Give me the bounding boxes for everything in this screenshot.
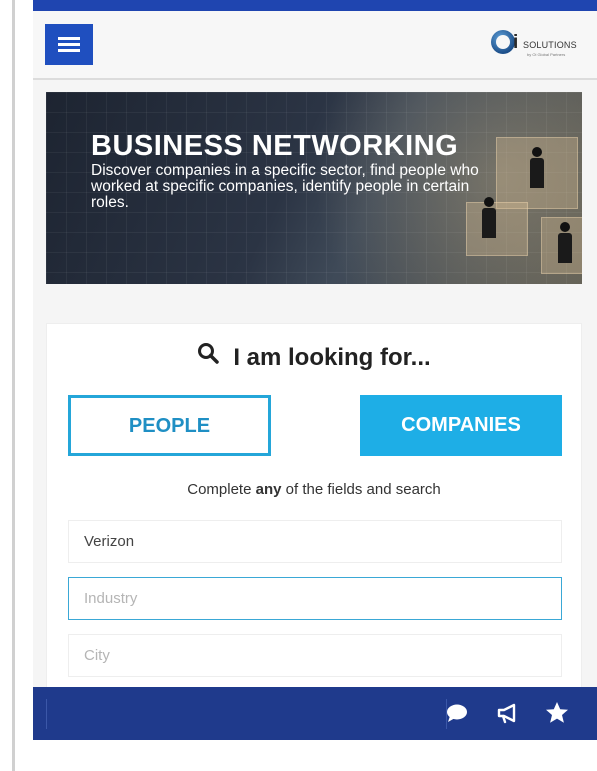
star-icon[interactable] (544, 700, 570, 726)
app-frame: i SOLUTIONS by Oi Global Partners BUSINE… (33, 0, 597, 740)
logo-subtext: by Oi Global Partners (527, 52, 566, 57)
hamburger-menu-button[interactable] (45, 24, 93, 65)
tab-companies[interactable]: COMPANIES (360, 395, 562, 456)
logo-circle-icon (491, 30, 515, 54)
banner-title: BUSINESS NETWORKING (91, 130, 459, 162)
header: i SOLUTIONS by Oi Global Partners (33, 11, 597, 80)
search-card: I am looking for... PEOPLE COMPANIES Com… (46, 323, 582, 705)
hint-suffix: of the fields and search (281, 481, 441, 498)
top-stripe (33, 0, 597, 11)
person-silhouette-icon (556, 222, 574, 266)
menu-bar-icon (58, 37, 80, 40)
person-silhouette-icon (528, 147, 546, 191)
company-name-input[interactable] (68, 520, 562, 563)
bar-divider (46, 699, 47, 729)
industry-input[interactable] (68, 577, 562, 620)
bottom-nav-bar (33, 687, 597, 740)
tab-people[interactable]: PEOPLE (68, 395, 271, 456)
menu-bar-icon (58, 43, 80, 46)
hint-prefix: Complete (187, 481, 256, 498)
search-hint: Complete any of the fields and search (47, 481, 581, 498)
menu-bar-icon (58, 49, 80, 52)
megaphone-icon[interactable] (495, 700, 521, 726)
logo-text: SOLUTIONS (523, 40, 577, 50)
chat-icon[interactable] (444, 700, 470, 726)
looking-for-heading: I am looking for... (47, 342, 581, 373)
looking-for-label: I am looking for... (233, 344, 431, 371)
logo-letter: i (513, 32, 519, 53)
city-input[interactable] (68, 634, 562, 677)
left-rail (0, 0, 15, 771)
oi-solutions-logo[interactable]: i SOLUTIONS by Oi Global Partners (491, 27, 581, 63)
hint-bold: any (255, 481, 282, 498)
search-icon (197, 342, 220, 371)
banner-description: Discover companies in a specific sector,… (91, 162, 479, 211)
business-networking-banner: BUSINESS NETWORKING Discover companies i… (46, 92, 582, 284)
